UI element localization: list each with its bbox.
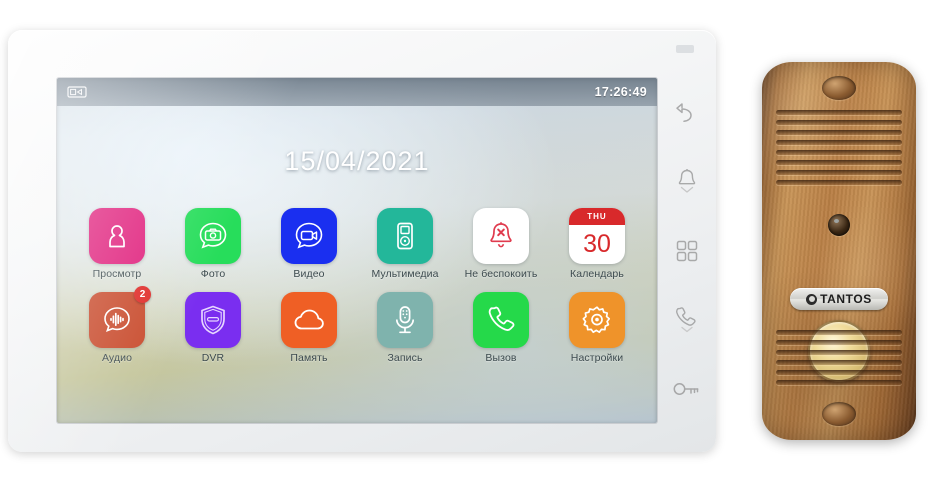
menu-item-calendar[interactable]: THU 30 Календарь <box>549 208 645 280</box>
menu-item-record[interactable]: Запись <box>357 292 453 364</box>
menu-label: DVR <box>201 352 225 364</box>
product-photo-scene: 17:26:49 15/04/2021 Просмотр Фото Видео … <box>0 0 928 500</box>
status-bar: 17:26:49 <box>57 78 657 106</box>
menu-item-dvr[interactable]: DVR <box>165 292 261 364</box>
menu-label: Фото <box>200 268 226 280</box>
menu-item-video[interactable]: Видео <box>261 208 357 280</box>
audio-wave-icon <box>104 307 130 332</box>
menu-item-prosmotr[interactable]: Просмотр <box>69 208 165 280</box>
bell-chevron-icon <box>678 168 695 193</box>
camera-lens-icon <box>828 214 850 236</box>
photo-camera-icon <box>199 222 227 249</box>
screw-top-icon <box>822 76 856 100</box>
shield-icon <box>201 305 225 335</box>
menu-label: Аудио <box>101 352 133 364</box>
menu-button[interactable] <box>670 234 704 268</box>
outdoor-call-panel: TANTOS <box>762 62 916 440</box>
gear-icon <box>582 306 611 334</box>
menu-label: Календарь <box>570 268 624 280</box>
video-camera-icon <box>295 222 323 249</box>
menu-tile[interactable] <box>377 208 433 264</box>
calendar-day: 30 <box>583 230 611 258</box>
menu-tile[interactable] <box>473 292 529 348</box>
status-clock: 17:26:49 <box>594 85 647 99</box>
phone-icon <box>488 306 515 331</box>
key-icon <box>673 382 698 395</box>
date-display: 15/04/2021 <box>284 146 430 176</box>
menu-label: Вызов <box>485 352 517 364</box>
menu-label: Просмотр <box>92 268 142 280</box>
menu-label: Мультимедиа <box>371 268 439 280</box>
menu-label: Не беспокоить <box>464 268 538 280</box>
hardware-button-strip <box>657 78 716 423</box>
cloud-icon <box>294 309 324 330</box>
menu-item-multimedia[interactable]: Мультимедиа <box>357 208 453 280</box>
menu-tile[interactable]: THU 30 <box>569 208 625 264</box>
menu-label: Настройки <box>570 352 624 364</box>
menu-label: Запись <box>387 352 423 364</box>
monitor-button[interactable] <box>670 165 704 199</box>
screw-bottom-icon <box>822 402 856 426</box>
menu-tile[interactable] <box>473 208 529 264</box>
menu-tile[interactable] <box>89 208 145 264</box>
back-arrow-icon <box>675 102 692 122</box>
menu-item-memory[interactable]: Память <box>261 292 357 364</box>
menu-item-foto[interactable]: Фото <box>165 208 261 280</box>
unlock-button[interactable] <box>670 372 704 406</box>
bell-muted-icon <box>490 222 512 248</box>
menu-tile[interactable] <box>377 292 433 348</box>
brand-logo-plate: TANTOS <box>790 288 888 310</box>
menu-grid: Просмотр Фото Видео Мультимедиа Не беспо… <box>69 208 645 364</box>
menu-tile[interactable] <box>281 292 337 348</box>
menu-label: Память <box>290 352 328 364</box>
menu-tile[interactable] <box>185 208 241 264</box>
monitor-screen-icon <box>67 85 87 99</box>
menu-tile[interactable]: 2 <box>89 286 151 348</box>
menu-tile[interactable] <box>569 292 625 348</box>
menu-item-do-not-disturb[interactable]: Не беспокоить <box>453 208 549 280</box>
menu-item-settings[interactable]: Настройки <box>549 292 645 364</box>
back-button[interactable] <box>670 96 704 130</box>
speaker-grille-bottom <box>776 330 902 390</box>
indoor-monitor: 17:26:49 15/04/2021 Просмотр Фото Видео … <box>8 30 716 452</box>
menu-item-audio[interactable]: 2 Аудио <box>69 286 165 364</box>
media-player-icon <box>397 222 413 250</box>
grid-squares-icon <box>676 240 697 261</box>
menu-label: Видео <box>293 268 325 280</box>
talk-button[interactable] <box>670 303 704 337</box>
status-led-slot <box>676 45 694 53</box>
speaker-grille-top <box>776 110 902 190</box>
person-door-icon <box>109 225 125 248</box>
tantos-logo-mark-icon <box>806 293 818 305</box>
phone-chevron-icon <box>675 306 696 332</box>
touchscreen[interactable]: 17:26:49 15/04/2021 Просмотр Фото Видео … <box>57 78 657 423</box>
brand-name: TANTOS <box>820 292 872 306</box>
menu-tile[interactable] <box>185 292 241 348</box>
menu-tile[interactable] <box>281 208 337 264</box>
menu-item-call[interactable]: Вызов <box>453 292 549 364</box>
microphone-icon <box>395 306 415 334</box>
notification-badge: 2 <box>134 286 151 303</box>
calendar-weekday: THU <box>569 208 625 225</box>
